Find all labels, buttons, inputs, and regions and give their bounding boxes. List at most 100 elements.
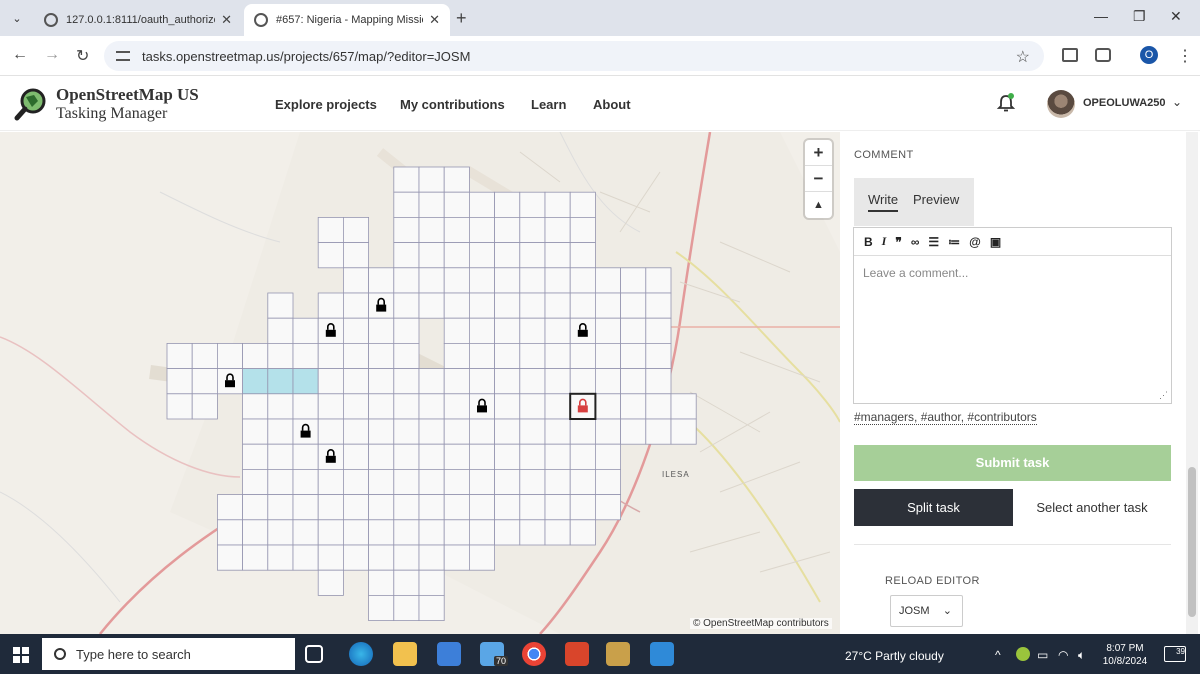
minimize-icon[interactable]: — <box>1094 8 1108 24</box>
task-cell[interactable] <box>544 217 571 244</box>
task-cell[interactable] <box>317 418 344 445</box>
task-cell[interactable] <box>468 494 495 521</box>
task-cell[interactable] <box>645 317 672 344</box>
task-cell[interactable] <box>292 494 319 521</box>
task-cell[interactable] <box>595 418 622 445</box>
task-cell[interactable] <box>519 342 546 369</box>
vscode-icon[interactable] <box>650 642 674 666</box>
task-cell[interactable] <box>267 342 294 369</box>
hashtag-suggestions[interactable]: #managers, #author, #contributors <box>854 410 1037 425</box>
task-cell[interactable] <box>443 443 470 470</box>
task-cell[interactable] <box>620 342 647 369</box>
task-cell[interactable] <box>292 519 319 546</box>
zoom-in-button[interactable]: + <box>805 140 832 166</box>
task-cell[interactable] <box>468 292 495 319</box>
task-cell[interactable] <box>468 468 495 495</box>
task-cell[interactable] <box>267 519 294 546</box>
task-cell[interactable] <box>267 393 294 420</box>
task-cell[interactable] <box>191 342 218 369</box>
task-cell[interactable] <box>191 368 218 395</box>
task-cell[interactable] <box>595 393 622 420</box>
task-cell[interactable] <box>595 494 622 521</box>
task-cell[interactable] <box>519 393 546 420</box>
task-cell[interactable] <box>216 519 243 546</box>
map-attribution[interactable]: © OpenStreetMap contributors <box>690 618 832 629</box>
task-cell[interactable] <box>544 418 571 445</box>
task-cell[interactable] <box>368 368 395 395</box>
task-cell[interactable] <box>468 242 495 269</box>
task-cell[interactable] <box>368 317 395 344</box>
task-cell[interactable] <box>645 292 672 319</box>
task-cell[interactable] <box>569 468 596 495</box>
task-cell[interactable] <box>292 393 319 420</box>
task-cell[interactable] <box>569 267 596 294</box>
task-cell[interactable] <box>216 342 243 369</box>
task-cell[interactable] <box>242 368 269 395</box>
task-cell[interactable] <box>569 342 596 369</box>
task-cell[interactable] <box>544 468 571 495</box>
task-cell[interactable] <box>443 368 470 395</box>
task-cell[interactable] <box>620 267 647 294</box>
task-cell[interactable] <box>368 443 395 470</box>
notification-bell-icon[interactable] <box>996 93 1016 113</box>
task-cell[interactable] <box>443 468 470 495</box>
task-cell[interactable] <box>494 443 521 470</box>
task-cell[interactable] <box>393 267 420 294</box>
zoom-out-button[interactable]: − <box>805 166 832 192</box>
task-map[interactable]: ILESA <box>0 132 840 634</box>
task-cell[interactable] <box>242 443 269 470</box>
nav-about[interactable]: About <box>593 97 631 112</box>
task-cell[interactable] <box>216 544 243 571</box>
task-cell[interactable] <box>468 519 495 546</box>
task-cell[interactable] <box>595 342 622 369</box>
task-cell[interactable] <box>418 468 445 495</box>
task-cell[interactable] <box>368 267 395 294</box>
task-cell[interactable] <box>242 544 269 571</box>
task-cell[interactable] <box>443 393 470 420</box>
task-cell[interactable] <box>317 468 344 495</box>
task-cell[interactable] <box>443 519 470 546</box>
task-cell[interactable] <box>494 292 521 319</box>
task-cell[interactable] <box>569 242 596 269</box>
task-cell[interactable] <box>292 342 319 369</box>
task-cell[interactable] <box>519 368 546 395</box>
task-cell[interactable] <box>317 217 344 244</box>
task-cell[interactable] <box>494 242 521 269</box>
task-cell[interactable] <box>342 494 369 521</box>
task-cell[interactable] <box>317 242 344 269</box>
task-cell[interactable] <box>393 368 420 395</box>
task-cell[interactable] <box>418 443 445 470</box>
quote-icon[interactable]: ❞ <box>895 235 901 249</box>
task-cell[interactable] <box>393 544 420 571</box>
task-cell[interactable] <box>595 267 622 294</box>
task-cell[interactable] <box>468 368 495 395</box>
task-cell[interactable] <box>569 418 596 445</box>
task-cell[interactable] <box>368 519 395 546</box>
task-cell[interactable] <box>368 393 395 420</box>
bullet-list-icon[interactable]: ☰ <box>928 235 939 249</box>
task-cell[interactable] <box>368 418 395 445</box>
brand-title[interactable]: OpenStreetMap US <box>56 85 199 105</box>
task-cell[interactable] <box>267 544 294 571</box>
task-cell[interactable] <box>443 317 470 344</box>
task-cell[interactable] <box>393 443 420 470</box>
tab-search-chevron-icon[interactable]: ⌄ <box>6 7 28 29</box>
task-cell[interactable] <box>267 418 294 445</box>
task-cell[interactable] <box>494 368 521 395</box>
mention-icon[interactable]: @ <box>969 235 981 249</box>
restore-icon[interactable]: ❐ <box>1133 8 1146 25</box>
task-cell[interactable] <box>418 368 445 395</box>
task-cell[interactable] <box>368 594 395 621</box>
browser-tab-mapping[interactable]: #657: Nigeria - Mapping Missions ✕ <box>244 4 450 36</box>
editor-dropdown[interactable]: JOSM ⌄ <box>890 595 963 627</box>
back-arrow-icon[interactable]: ← <box>12 46 28 64</box>
task-cell[interactable] <box>292 317 319 344</box>
tray-chevron-icon[interactable]: ^ <box>995 648 1001 662</box>
task-cell[interactable] <box>342 468 369 495</box>
close-icon[interactable]: ✕ <box>429 12 440 28</box>
josm-icon[interactable] <box>606 642 630 666</box>
cast-icon[interactable] <box>1062 48 1078 62</box>
task-cell[interactable] <box>342 418 369 445</box>
url-field[interactable]: tasks.openstreetmap.us/projects/657/map/… <box>104 41 1044 71</box>
nav-learn[interactable]: Learn <box>531 97 566 112</box>
